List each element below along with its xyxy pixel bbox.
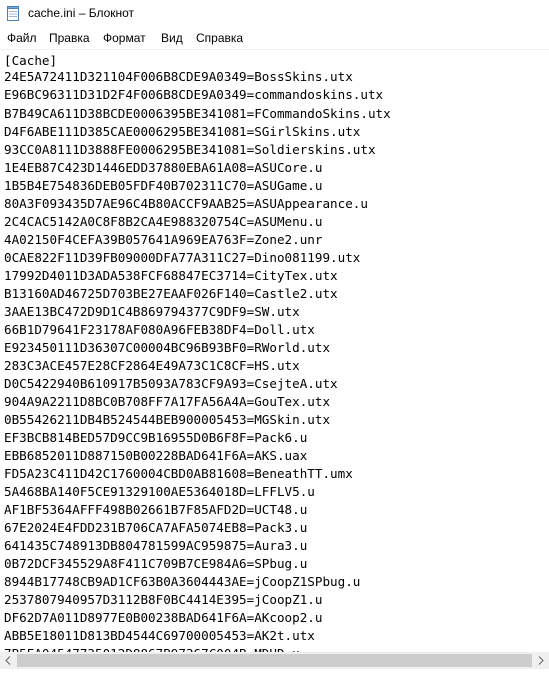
notepad-icon — [7, 6, 19, 21]
text-line: ABB5E18011D813BD4544C69700005453=AK2t.ut… — [4, 628, 315, 643]
text-line: 4A02150F4CEFA39B057641A969EA763F=Zone2.u… — [4, 232, 323, 247]
text-line: 8944B17748CB9AD1CF63B0A3604443AE=jCoopZ1… — [4, 574, 361, 589]
horizontal-scrollbar[interactable] — [0, 652, 549, 669]
text-line: 904A9A2211D8BC0B708FF7A17FA56A4A=GouTex.… — [4, 394, 331, 409]
text-line: 93CC0A8111D3888FE0006295BE341081=Soldier… — [4, 142, 376, 157]
text-line: 0B72DCF345529A8F411C709B7CE984A6=SPbug.u — [4, 556, 308, 571]
text-line: 283C3ACE457E28CF2864E49A73C1C8CF=HS.utx — [4, 358, 300, 373]
text-line: 24E5A72411D321104F006B8CDE9A0349=BossSki… — [4, 69, 353, 84]
text-line: 1B5B4E754836DEB05FDF40B702311C70=ASUGame… — [4, 178, 323, 193]
text-editor[interactable]: [Cache] 24E5A72411D321104F006B8CDE9A0349… — [0, 49, 549, 653]
window-bottom-edge — [0, 669, 549, 677]
scroll-thumb[interactable] — [17, 654, 532, 667]
text-line: AF1BF5364AFFF498B02661B7F85AFD2D=UCT48.u — [4, 502, 308, 517]
text-line: 66B1D79641F23178AF080A96FEB38DF4=Doll.ut… — [4, 322, 315, 337]
menu-help[interactable]: Справка — [196, 31, 243, 45]
text-line: E923450111D36307C00004BC96B93BF0=RWorld.… — [4, 340, 331, 355]
menu-edit[interactable]: Правка — [49, 31, 90, 45]
title-bar[interactable]: cache.ini – Блокнот — [0, 0, 549, 28]
text-line: 1E4EB87C423D1446EDD37880EBA61A08=ASUCore… — [4, 160, 323, 175]
text-line: 0B55426211DB4B524544BEB900005453=MGSkin.… — [4, 412, 331, 427]
text-line: B13160AD46725D703BE27EAAF026F140=Castle2… — [4, 286, 338, 301]
text-line: EBB6852011D887150B00228BAD641F6A=AKS.uax — [4, 448, 308, 463]
menu-view[interactable]: Вид — [161, 31, 183, 45]
text-line: EF3BCB814BED57D9CC9B16955D0B6F8F=Pack6.u — [4, 430, 308, 445]
text-line: 2C4CAC5142A0C8F8B2CA4E988320754C=ASUMenu… — [4, 214, 323, 229]
text-line: D0C5422940B610917B5093A783CF9A93=CsejteA… — [4, 376, 338, 391]
text-line: 2537807940957D3112B8F0BC4414E395=jCoopZ1… — [4, 592, 323, 607]
text-line: DF62D7A011D8977E0B00238BAD641F6A=AKcoop2… — [4, 610, 323, 625]
menu-file[interactable]: Файл — [7, 31, 37, 45]
menu-bar: Файл Правка Формат Вид Справка — [0, 28, 549, 49]
chevron-left-icon[interactable] — [0, 652, 17, 669]
text-line: 17992D4011D3ADA538FCF68847EC3714=CityTex… — [4, 268, 338, 283]
text-line: 67E2024E4FDD231B706CA7AFA5074EB8=Pack3.u — [4, 520, 308, 535]
text-line: 641435C748913DB804781599AC959875=Aura3.u — [4, 538, 308, 553]
window-title: cache.ini – Блокнот — [28, 6, 135, 20]
text-line: 5A468BA140F5CE91329100AE5364018D=LFFLV5.… — [4, 484, 315, 499]
text-line: 3AAE13BC472D9D1C4B869794377C9DF9=SW.utx — [4, 304, 300, 319]
text-line: FD5A23C411D42C1760004CBD0AB81608=Beneath… — [4, 466, 353, 481]
text-line: 80A3F093435D7AE96C4B80ACCF9AAB25=ASUAppe… — [4, 196, 368, 211]
text-line: D4F6ABE111D385CAE0006295BE341081=SGirlSk… — [4, 124, 361, 139]
text-line: E96BC96311D31D2F4F006B8CDE9A0349=command… — [4, 87, 384, 102]
text-line: 0CAE822F11D39FB09000DFA77A311C27=Dino081… — [4, 250, 361, 265]
text-line: B7B49CA611D38BCDE0006395BE341081=FComman… — [4, 106, 391, 121]
menu-format[interactable]: Формат — [103, 31, 146, 45]
chevron-right-icon[interactable] — [532, 652, 549, 669]
notepad-window: cache.ini – Блокнот Файл Правка Формат В… — [0, 0, 549, 677]
